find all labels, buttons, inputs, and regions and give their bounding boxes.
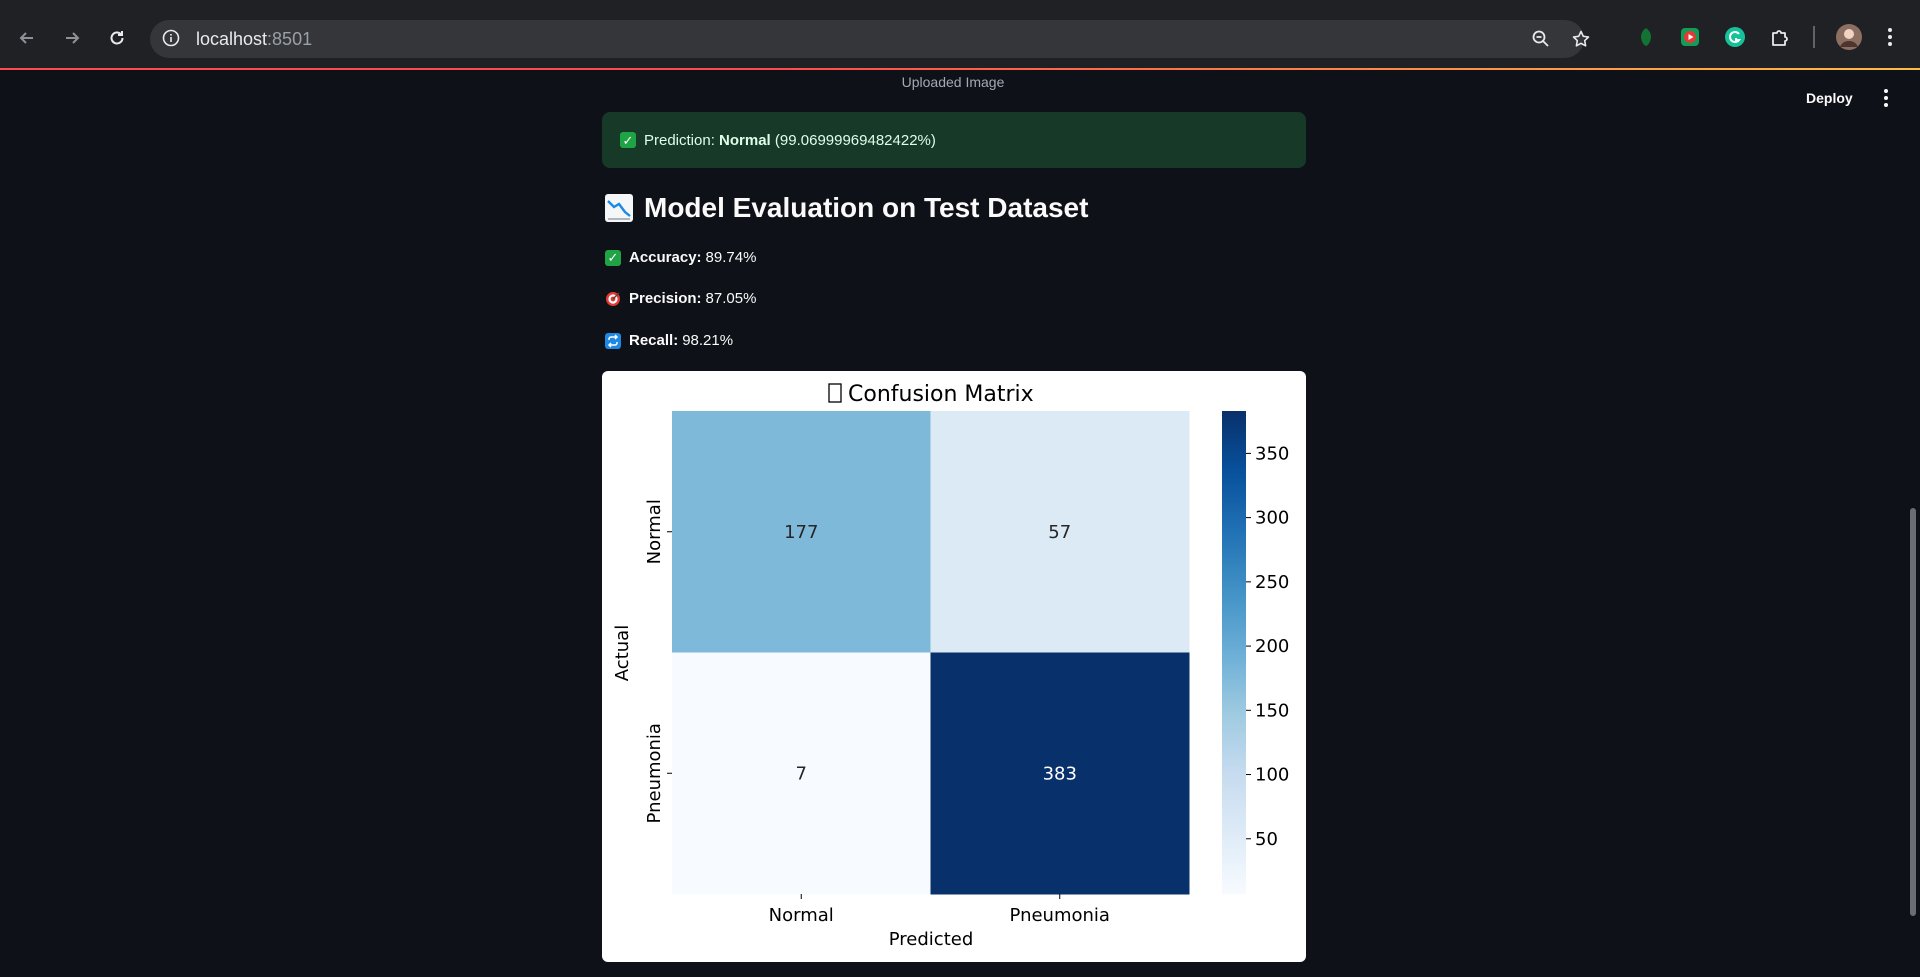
url-port: :8501 bbox=[267, 29, 313, 49]
grammarly-icon[interactable] bbox=[1722, 24, 1748, 50]
prediction-prefix: Prediction: bbox=[644, 131, 720, 149]
url-text[interactable]: localhost:8501 bbox=[196, 29, 312, 50]
colorbar bbox=[1222, 411, 1246, 894]
check-icon: ✓ bbox=[605, 249, 621, 266]
check-icon: ✓ bbox=[620, 132, 636, 148]
chart-title-text: Confusion Matrix bbox=[848, 382, 1034, 407]
chart-decreasing-icon bbox=[605, 194, 633, 222]
profile-avatar[interactable] bbox=[1834, 22, 1864, 52]
prediction-label: Normal bbox=[719, 131, 771, 149]
y-axis-label: Actual bbox=[612, 625, 633, 681]
target-icon bbox=[605, 291, 621, 307]
cell-value-label: 177 bbox=[784, 522, 818, 543]
colorbar-tick-label: 200 bbox=[1255, 636, 1289, 657]
metric-value: 89.74% bbox=[705, 249, 757, 266]
browser-menu-icon[interactable] bbox=[1880, 24, 1900, 50]
metric-accuracy: ✓ Accuracy: 89.74% bbox=[605, 249, 756, 266]
colorbar-tick-label: 250 bbox=[1255, 572, 1289, 593]
forward-button[interactable] bbox=[56, 22, 88, 54]
y-tick-label: Normal bbox=[644, 499, 665, 564]
image-caption: Uploaded Image bbox=[901, 74, 1005, 90]
colorbar-tick-label: 150 bbox=[1255, 700, 1289, 721]
repeat-icon bbox=[605, 332, 621, 349]
extensions-puzzle-icon[interactable] bbox=[1767, 24, 1793, 50]
section-title: Model Evaluation on Test Dataset bbox=[604, 192, 1088, 224]
x-tick-label: Normal bbox=[769, 905, 834, 926]
reload-button[interactable] bbox=[101, 22, 133, 54]
metric-label: Precision: bbox=[629, 290, 702, 307]
metric-precision: Precision: 87.05% bbox=[605, 290, 756, 307]
reload-icon bbox=[110, 31, 124, 45]
section-title-text: Model Evaluation on Test Dataset bbox=[644, 192, 1089, 223]
browser-toolbar: localhost:8501 bbox=[0, 0, 1920, 70]
colorbar-tick-label: 50 bbox=[1255, 829, 1278, 850]
metric-recall: Recall: 98.21% bbox=[605, 332, 733, 349]
back-button[interactable] bbox=[11, 22, 43, 54]
colorbar-tick-label: 300 bbox=[1255, 508, 1289, 529]
bookmark-star-icon[interactable] bbox=[1570, 28, 1592, 50]
address-bar[interactable]: localhost:8501 bbox=[150, 20, 1590, 58]
site-info-icon[interactable] bbox=[160, 27, 182, 49]
x-axis-label: Predicted bbox=[889, 929, 974, 950]
prediction-confidence: (99.06999969482422%) bbox=[774, 131, 936, 149]
confusion-matrix-figure: Confusion Matrix 177 57 7 383 Normal Pneumon… bbox=[602, 371, 1306, 962]
missing-glyph-icon bbox=[828, 383, 842, 403]
app-header-decoration bbox=[0, 68, 1920, 70]
chart-title: Confusion Matrix bbox=[828, 382, 1034, 407]
colorbar-tick-label: 100 bbox=[1255, 765, 1289, 786]
zoom-icon[interactable] bbox=[1530, 28, 1552, 50]
y-tick-label: Pneumonia bbox=[644, 723, 665, 823]
colorbar-tick-label: 350 bbox=[1255, 443, 1289, 464]
metric-label: Accuracy: bbox=[629, 249, 702, 266]
metric-value: 98.21% bbox=[682, 332, 734, 349]
metric-value: 87.05% bbox=[705, 290, 757, 307]
confusion-matrix-chart: Confusion Matrix 177 57 7 383 Normal Pneumon… bbox=[612, 382, 1289, 950]
x-tick-label: Pneumonia bbox=[1010, 905, 1110, 926]
metric-label: Recall: bbox=[629, 332, 679, 349]
cell-value-label: 7 bbox=[796, 763, 807, 784]
back-arrow-icon bbox=[19, 32, 33, 44]
prediction-success-alert: ✓ Prediction: Normal (99.06999969482422%… bbox=[602, 112, 1306, 168]
toolbar-divider bbox=[1813, 26, 1815, 48]
forward-arrow-icon bbox=[66, 32, 80, 44]
app-menu-icon[interactable] bbox=[1876, 86, 1896, 110]
deploy-button[interactable]: Deploy bbox=[1800, 86, 1859, 110]
cell-value-label: 383 bbox=[1043, 763, 1077, 784]
extension-green-icon[interactable] bbox=[1633, 24, 1659, 50]
cell-value-label: 57 bbox=[1048, 522, 1071, 543]
scrollbar[interactable] bbox=[1910, 508, 1916, 916]
url-host: localhost bbox=[196, 29, 268, 49]
extension-video-icon[interactable] bbox=[1677, 24, 1703, 50]
